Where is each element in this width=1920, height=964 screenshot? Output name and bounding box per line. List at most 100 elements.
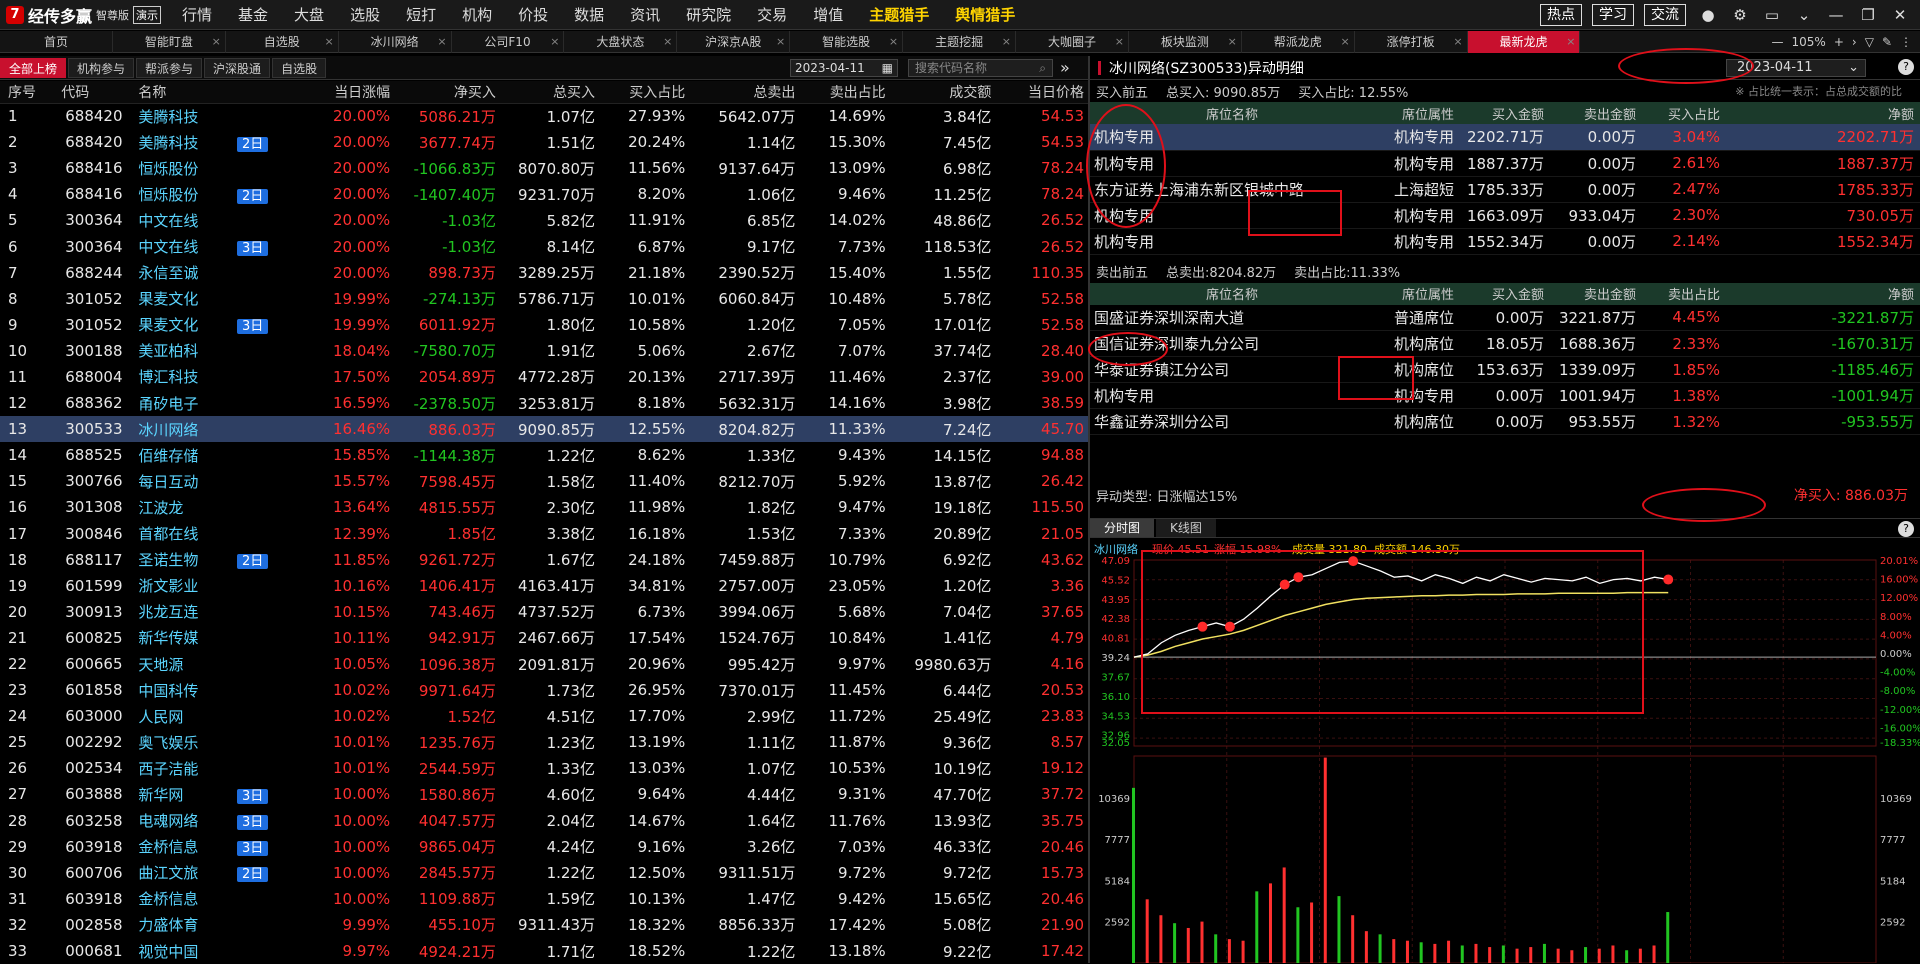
table-row[interactable]: 12 688362 甬矽电子 16.59% -2378.50万 3253.81万 8.18%… (0, 390, 1088, 416)
table-row[interactable]: 7 688244 永信至诚 20.00% 898.73万 3289.25万 21.18% 23… (0, 260, 1088, 286)
filter-tab-2[interactable]: 帮派参与 (136, 57, 203, 78)
menu-item-0[interactable]: 行情 (169, 4, 225, 25)
chevron-right-icon[interactable]: › (1852, 35, 1857, 49)
seat-row[interactable]: 机构专用 机构专用 1663.09万 933.04万 2.30% 730.05万 (1090, 202, 1920, 229)
tab-close-icon[interactable]: × (1002, 31, 1011, 53)
tab-close-icon[interactable]: × (1115, 31, 1124, 53)
table-row[interactable]: 20 300913 兆龙互连 10.15% 743.46万 4737.52万 6.73% 39… (0, 599, 1088, 625)
table-row[interactable]: 24 603000 人民网 10.02% 1.52亿 4.51亿 17.70% 2.99亿 11… (0, 703, 1088, 729)
tab-close-icon[interactable]: × (437, 31, 446, 53)
filter-tab-0[interactable]: 全部上榜 (0, 57, 67, 78)
menu-item-11[interactable]: 增值 (800, 4, 856, 25)
learn-button[interactable]: 学习 (1592, 4, 1634, 26)
table-row[interactable]: 30 600706 曲江文旅 2日 10.00% 2845.57万 1.22亿 12.50% 9… (0, 860, 1088, 886)
menu-item-10[interactable]: 交易 (744, 4, 800, 25)
tab-close-icon[interactable]: × (889, 31, 898, 53)
seat-row[interactable]: 机构专用 机构专用 1552.34万 0.00万 2.14% 1552.34万 (1090, 228, 1920, 255)
list-date-picker[interactable]: 2023-04-11 ▦ (790, 59, 898, 77)
tab-7[interactable]: 智能选股 × (790, 31, 904, 53)
close-icon[interactable]: ✕ (1888, 0, 1912, 30)
table-row[interactable]: 11 688004 博汇科技 17.50% 2054.89万 4772.28万 20.13%… (0, 364, 1088, 390)
tab-12[interactable]: 涨停打板 × (1355, 31, 1468, 53)
table-row[interactable]: 25 002292 奥飞娱乐 10.01% 1235.76万 1.23亿 13.19% 1.1… (0, 729, 1088, 755)
menu-item-3[interactable]: 选股 (337, 4, 393, 25)
menu-item-7[interactable]: 数据 (561, 4, 617, 25)
tab-2[interactable]: 自选股 × (226, 31, 339, 53)
table-row[interactable]: 13 300533 冰川网络 16.46% 886.03万 9090.85万 12.55% 8… (0, 416, 1088, 443)
table-row[interactable]: 1 688420 美腾科技 20.00% 5086.21万 1.07亿 27.93% 5642… (0, 103, 1088, 129)
seat-row[interactable]: 机构专用 机构专用 1887.37万 0.00万 2.61% 1887.37万 (1090, 150, 1920, 177)
seat-row[interactable]: 华泰证券镇江分公司 机构席位 153.63万 1339.09万 1.85% -1185.4… (1090, 356, 1920, 383)
table-row[interactable]: 15 300766 每日互动 15.57% 7598.45万 1.58亿 11.40% 821… (0, 468, 1088, 494)
gear-icon[interactable]: ⚙ (1728, 0, 1752, 30)
seat-row[interactable]: 国信证券深圳泰九分公司 机构席位 18.05万 1688.36万 2.33% -1670.… (1090, 330, 1920, 357)
more-icon[interactable]: ⋮ (1900, 35, 1912, 49)
tab-6[interactable]: 沪深京A股 × (677, 31, 791, 53)
seat-row[interactable]: 机构专用 机构专用 2202.71万 0.00万 3.04% 2202.71万 (1090, 124, 1920, 151)
zoom-in-icon[interactable]: + (1834, 35, 1844, 49)
tab-close-icon[interactable]: × (663, 31, 672, 53)
column-header-10[interactable]: 成交额 (889, 81, 996, 104)
help-icon[interactable]: ? (1898, 59, 1914, 75)
filter-icon[interactable]: ▽ (1865, 35, 1874, 49)
hot-button[interactable]: 热点 (1540, 4, 1582, 26)
menu-item-13[interactable]: 舆情猎手 (942, 4, 1028, 25)
tab-close-icon[interactable]: × (1228, 31, 1237, 53)
menu-item-5[interactable]: 机构 (449, 4, 505, 25)
window-layout-icon[interactable]: ▭ (1760, 0, 1784, 30)
tab-13[interactable]: 最新龙虎 × (1467, 31, 1581, 53)
chart-help-icon[interactable]: ? (1898, 521, 1914, 537)
table-row[interactable]: 19 601599 浙文影业 10.16% 1406.41万 4163.41万 34.81%… (0, 573, 1088, 599)
table-row[interactable]: 29 603918 金桥信息 3日 10.00% 9865.04万 4.24亿 9.16% 3.… (0, 834, 1088, 860)
tab-8[interactable]: 主题挖掘 × (903, 31, 1017, 53)
chart-tab-1[interactable]: K线图 (1156, 519, 1216, 537)
table-row[interactable]: 23 601858 中国科传 10.02% 9971.64万 1.73亿 26.95% 737… (0, 677, 1088, 703)
tab-close-icon[interactable]: × (1340, 31, 1349, 53)
table-row[interactable]: 6 300364 中文在线 3日 20.00% -1.03亿 8.14亿 6.87% 9.17亿… (0, 233, 1088, 259)
seat-row[interactable]: 东方证券上海浦东新区银城中路 上海超短 1785.33万 0.00万 2.47% 1785… (1090, 176, 1920, 203)
tab-3[interactable]: 冰川网络 × (339, 31, 452, 53)
filter-tab-4[interactable]: 自选股 (272, 57, 327, 78)
column-header-1[interactable]: 代码 (57, 81, 135, 104)
table-row[interactable]: 4 688416 恒烁股份 2日 20.00% -1407.40万 9231.70万 8.20… (0, 181, 1088, 207)
table-row[interactable]: 31 603918 金桥信息 10.00% 1109.88万 1.59亿 10.13% 1.4… (0, 886, 1088, 912)
table-row[interactable]: 10 300188 美亚柏科 18.04% -7580.70万 1.91亿 5.06% 2.6… (0, 338, 1088, 364)
filter-tab-3[interactable]: 沪深股通 (204, 57, 271, 78)
column-header-5[interactable]: 净买入 (394, 81, 500, 104)
chart-tab-0[interactable]: 分时图 (1090, 519, 1155, 537)
table-row[interactable]: 5 300364 中文在线 20.00% -1.03亿 5.82亿 11.91% 6.85亿 1… (0, 207, 1088, 233)
column-header-11[interactable]: 当日价格 (995, 81, 1088, 104)
table-row[interactable]: 17 300846 首都在线 12.39% 1.85亿 3.38亿 16.18% 1.53亿 7… (0, 521, 1088, 547)
table-row[interactable]: 33 000681 视觉中国 9.97% 4924.21万 1.71亿 18.52% 1.22… (0, 938, 1088, 964)
column-header-6[interactable]: 总买入 (499, 81, 599, 104)
collapse-arrow-icon[interactable]: » (1060, 56, 1070, 80)
menu-item-1[interactable]: 基金 (225, 4, 281, 25)
column-header-2[interactable]: 名称 (134, 81, 230, 104)
tab-5[interactable]: 大盘状态 × (564, 31, 678, 53)
column-header-8[interactable]: 总卖出 (689, 81, 800, 104)
tab-close-icon[interactable]: × (776, 31, 785, 53)
chevron-down-icon[interactable]: ⌄ (1792, 0, 1816, 30)
restore-icon[interactable]: ❐ (1856, 0, 1880, 30)
tab-close-icon[interactable]: × (1566, 31, 1575, 53)
column-header-9[interactable]: 卖出占比 (799, 81, 890, 104)
tab-close-icon[interactable]: × (550, 31, 559, 53)
tab-1[interactable]: 智能盯盘 × (113, 31, 226, 53)
table-row[interactable]: 28 603258 电魂网络 3日 10.00% 4047.57万 2.04亿 14.67% 1… (0, 808, 1088, 834)
pencil-icon[interactable]: ✎ (1882, 35, 1892, 49)
column-header-7[interactable]: 买入占比 (598, 81, 690, 104)
table-row[interactable]: 2 688420 美腾科技 2日 20.00% 3677.74万 1.51亿 20.24% 1.… (0, 129, 1088, 155)
tab-9[interactable]: 大咖圈子 × (1016, 31, 1129, 53)
tab-0[interactable]: 首页 (0, 31, 113, 53)
table-row[interactable]: 21 600825 新华传媒 10.11% 942.91万 2467.66万 17.54% 1… (0, 625, 1088, 651)
table-row[interactable]: 18 688117 圣诺生物 2日 11.85% 9261.72万 1.67亿 24.18% 7… (0, 547, 1088, 573)
filter-tab-1[interactable]: 机构参与 (68, 57, 135, 78)
column-header-3[interactable] (229, 81, 285, 104)
zoom-out-icon[interactable]: — (1772, 35, 1784, 49)
menu-item-8[interactable]: 资讯 (617, 4, 673, 25)
table-row[interactable]: 8 301052 果麦文化 19.99% -274.13万 5786.71万 10.01% 6… (0, 286, 1088, 312)
column-header-4[interactable]: 当日涨幅 (284, 81, 395, 104)
menu-item-2[interactable]: 大盘 (281, 4, 337, 25)
table-row[interactable]: 14 688525 佰维存储 15.85% -1144.38万 1.22亿 8.62% 1.3… (0, 442, 1088, 468)
table-row[interactable]: 3 688416 恒烁股份 20.00% -1066.83万 8070.80万 11.56%… (0, 155, 1088, 181)
